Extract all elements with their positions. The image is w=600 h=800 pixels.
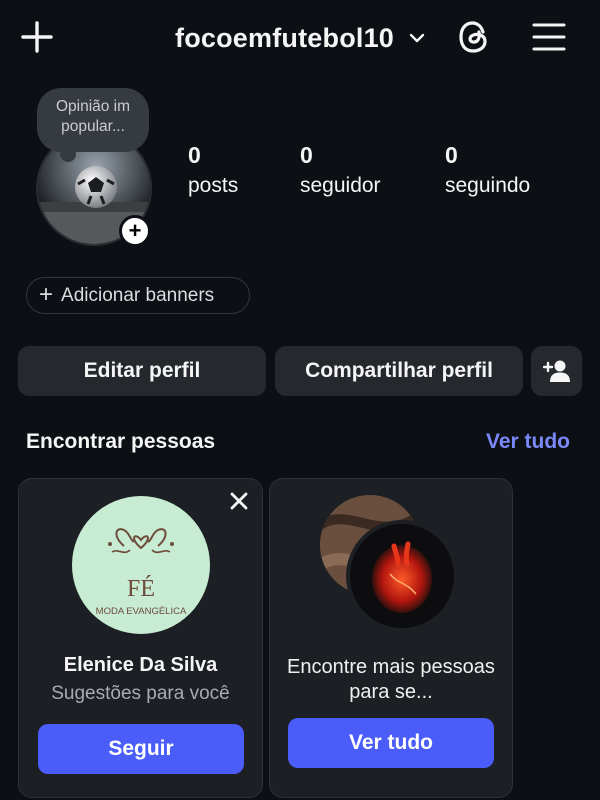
stat-posts[interactable]: 0 posts: [188, 142, 238, 198]
section-title: Encontrar pessoas: [26, 430, 216, 453]
close-icon[interactable]: [228, 490, 250, 512]
suggestion-subtitle: Sugestões para você: [51, 683, 230, 704]
add-banners-label: Adicionar banners: [61, 284, 215, 306]
suggestion-avatar[interactable]: FÉ MODA EVANGÉLICA: [72, 496, 210, 634]
plus-icon[interactable]: [20, 20, 54, 54]
stat-value: 0: [445, 142, 458, 168]
account-switcher[interactable]: focoemfutebol10: [175, 18, 426, 58]
stacked-avatar-front: [346, 520, 458, 632]
add-story-button[interactable]: +: [119, 215, 151, 247]
stat-label: posts: [188, 174, 239, 197]
username: focoemfutebol10: [175, 22, 395, 53]
stat-label: seguindo: [445, 174, 531, 197]
heart-image: [350, 524, 454, 628]
edit-profile-label: Editar perfil: [83, 359, 201, 382]
logo-main-text: FÉ: [127, 576, 155, 602]
suggestion-name: Elenice Da Silva: [63, 654, 218, 676]
plus-small-icon: +: [39, 280, 54, 308]
follow-label: Seguir: [108, 737, 174, 760]
see-all-button-label: Ver tudo: [348, 731, 433, 754]
edit-profile-button[interactable]: Editar perfil: [18, 346, 266, 396]
add-banners-button[interactable]: + Adicionar banners: [26, 277, 250, 314]
note-bubble[interactable]: Opinião im popular...: [37, 88, 149, 152]
top-bar: focoemfutebol10: [0, 0, 600, 76]
chevron-down-icon: [409, 33, 425, 43]
threads-icon[interactable]: [456, 18, 492, 56]
share-profile-label: Compartilhar perfil: [305, 359, 493, 382]
see-all-button[interactable]: Ver tudo: [288, 718, 494, 768]
note-text: Opinião im popular...: [55, 98, 131, 135]
stat-value: 0: [300, 142, 313, 168]
stat-followers[interactable]: 0 seguidor: [300, 142, 381, 198]
find-more-text: Encontre mais pessoas para se...: [287, 656, 495, 703]
fe-logo-image: FÉ MODA EVANGÉLICA: [96, 528, 187, 617]
follow-button[interactable]: Seguir: [38, 724, 244, 774]
stat-value: 0: [188, 142, 201, 168]
discover-people-button[interactable]: [531, 346, 582, 396]
logo-sub-text: MODA EVANGÉLICA: [96, 606, 187, 617]
add-person-icon: [542, 360, 570, 382]
stat-label: seguidor: [300, 174, 381, 197]
stat-following[interactable]: 0 seguindo: [445, 142, 530, 198]
see-all-link[interactable]: Ver tudo: [486, 430, 570, 454]
share-profile-button[interactable]: Compartilhar perfil: [275, 346, 523, 396]
menu-icon[interactable]: [532, 20, 566, 54]
